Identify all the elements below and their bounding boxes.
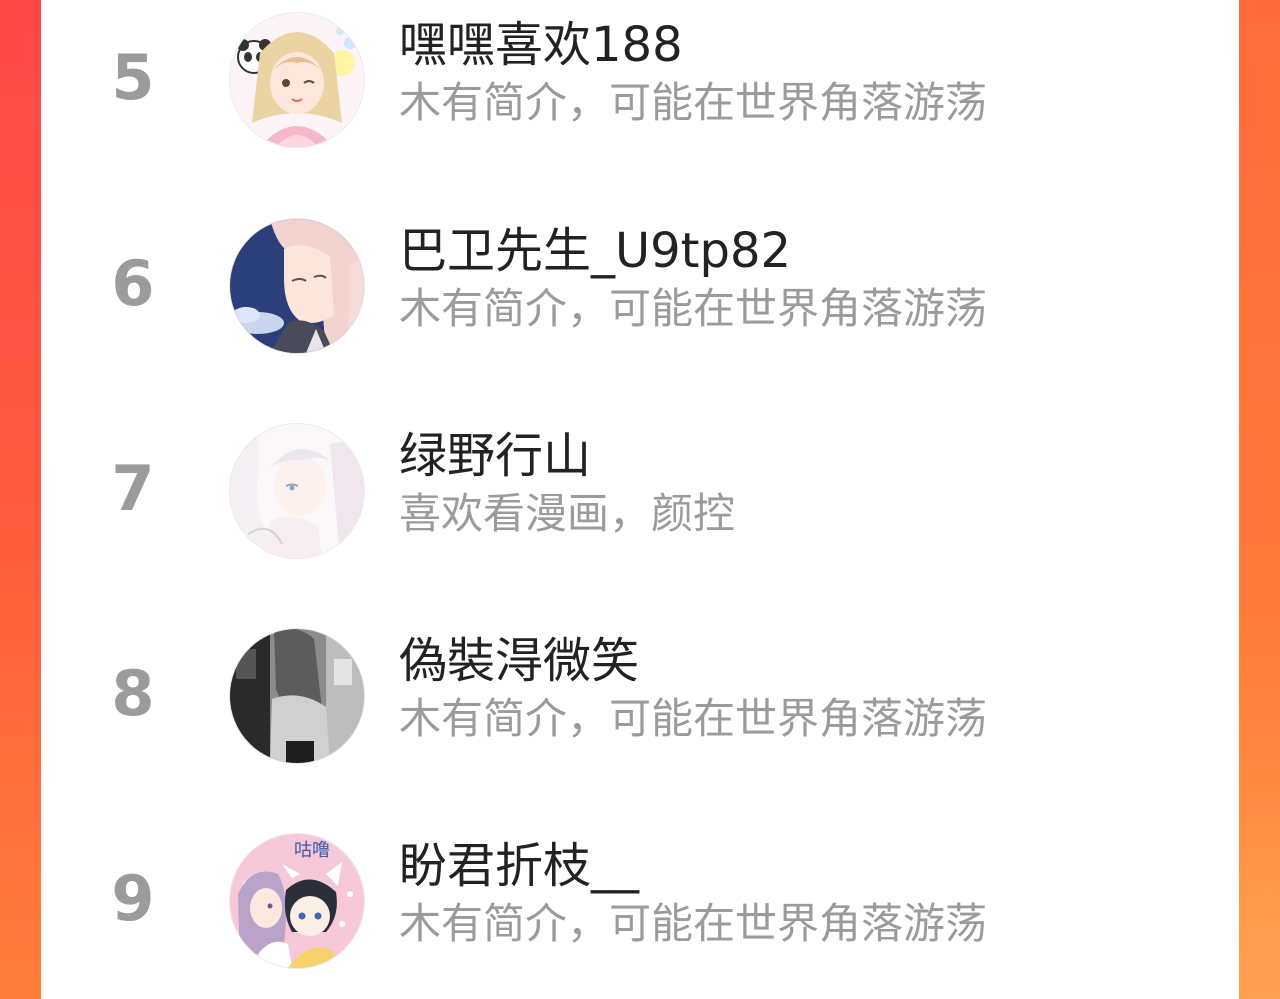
user-bio: 木有简介，可能在世界角落游荡 bbox=[399, 78, 988, 127]
user-bio: 木有简介，可能在世界角落游荡 bbox=[399, 694, 988, 743]
avatar-caption: 咕噜 bbox=[294, 840, 330, 861]
list-item[interactable]: 9 咕噜 盼君折枝__ 木有简介，可能在世界角落游荡 bbox=[41, 821, 1239, 981]
rank-number: 5 bbox=[111, 41, 155, 114]
rank-number: 8 bbox=[111, 657, 155, 730]
user-name[interactable]: 偽裝淂微笑 bbox=[399, 630, 639, 692]
avatar[interactable] bbox=[230, 13, 364, 147]
user-name[interactable]: 巴卫先生_U9tp82 bbox=[399, 220, 791, 282]
user-bio: 木有简介，可能在世界角落游荡 bbox=[399, 284, 988, 333]
avatar[interactable]: 咕噜 bbox=[230, 834, 364, 968]
background-glow bbox=[1238, 790, 1280, 999]
list-item[interactable]: 8 偽裝淂微笑 木有简介，可能在世界角落游荡 bbox=[41, 616, 1239, 776]
list-item[interactable]: 6 巴卫先生_U9tp82 木有简介，可能在世界角落游荡 bbox=[41, 206, 1239, 366]
background-right-band bbox=[1238, 0, 1280, 999]
user-name[interactable]: 绿野行山 bbox=[399, 425, 591, 487]
user-bio: 木有简介，可能在世界角落游荡 bbox=[399, 899, 988, 948]
anime-fox-man-avatar-icon bbox=[230, 219, 364, 353]
rank-number: 6 bbox=[111, 247, 155, 320]
avatar[interactable] bbox=[230, 424, 364, 558]
avatar[interactable] bbox=[230, 219, 364, 353]
rank-number: 9 bbox=[111, 862, 155, 935]
user-name[interactable]: 嘿嘿喜欢188 bbox=[399, 14, 683, 76]
ranking-list: 5 嘿嘿喜欢188 木有简介，可能在世界角落游荡 6 巴卫先生_U9tp82 木… bbox=[41, 0, 1239, 999]
user-name[interactable]: 盼君折枝__ bbox=[399, 835, 639, 897]
anime-couple-avatar-icon: 咕噜 bbox=[230, 834, 364, 968]
grayscale-photo-avatar-icon bbox=[230, 629, 364, 763]
avatar[interactable] bbox=[230, 629, 364, 763]
rank-number: 7 bbox=[111, 452, 155, 525]
anime-girl-blonde-avatar-icon bbox=[230, 13, 364, 147]
user-bio: 喜欢看漫画，颜控 bbox=[399, 489, 736, 538]
anime-white-hair-girl-avatar-icon bbox=[230, 424, 364, 558]
list-item[interactable]: 5 嘿嘿喜欢188 木有简介，可能在世界角落游荡 bbox=[41, 0, 1239, 160]
list-item[interactable]: 7 绿野行山 喜欢看漫画，颜控 bbox=[41, 411, 1239, 571]
